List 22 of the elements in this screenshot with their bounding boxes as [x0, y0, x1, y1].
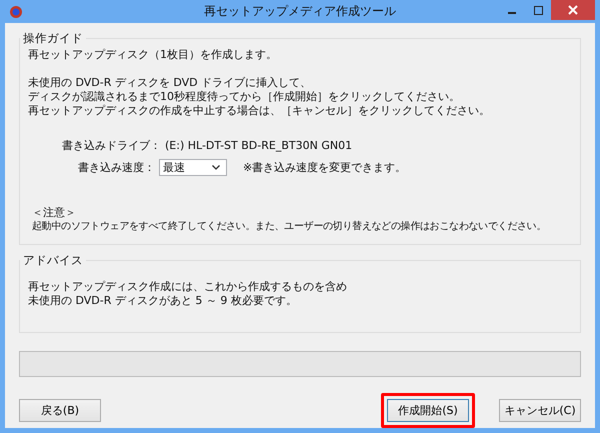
dialog-button[interactable]: キャンセル(C) — [499, 399, 581, 422]
app-icon — [8, 4, 24, 20]
window-title: 再セットアップメディア作成ツール — [204, 3, 396, 20]
dialog-button[interactable]: 作成開始(S) — [387, 399, 469, 422]
speed-note: ※書き込み速度を変更できます。 — [243, 160, 406, 175]
drive-label: 書き込みドライブ： — [62, 138, 161, 153]
dialog-button[interactable]: 戻る(B) — [19, 399, 101, 422]
close-button[interactable] — [551, 0, 595, 20]
speed-label: 書き込み速度： — [78, 160, 155, 175]
group-title: アドバイス — [22, 253, 84, 268]
notice-text: 起動中のソフトウェアをすべて終了してください。また、ユーザーの切り替えなどの操作はおこなわないでください。 — [31, 220, 548, 234]
group-title: 操作ガイド — [22, 31, 84, 46]
advice-text: 再セットアップディスク作成には、これから作成するものを含め 未使用の DVD-R ディスクがあと 5 ～ 9 枚必要です。 — [28, 280, 348, 308]
caret-icon — [212, 165, 220, 170]
maximize-icon — [534, 6, 542, 14]
speed-dropdown[interactable]: 最速 — [159, 159, 227, 176]
guide-text: 再セットアップディスク（1枚目）を作成します。 — [28, 48, 278, 62]
close-icon — [568, 5, 578, 15]
instruction-text: 未使用の DVD-R ディスクを DVD ドライブに挿入して、 ディスクが認識されるまで10秒程度待ってから［作成開始］をクリックしてください。 再セットアップディスクの作成を中止する場合は、［キャンセル］をクリックしてください。 — [28, 76, 491, 118]
notice-title: ＜注意＞ — [31, 206, 77, 220]
drive-value: (E:) HL-DT-ST BD-RE_BT30N GN01 — [165, 139, 352, 152]
minimize-icon — [508, 12, 516, 14]
